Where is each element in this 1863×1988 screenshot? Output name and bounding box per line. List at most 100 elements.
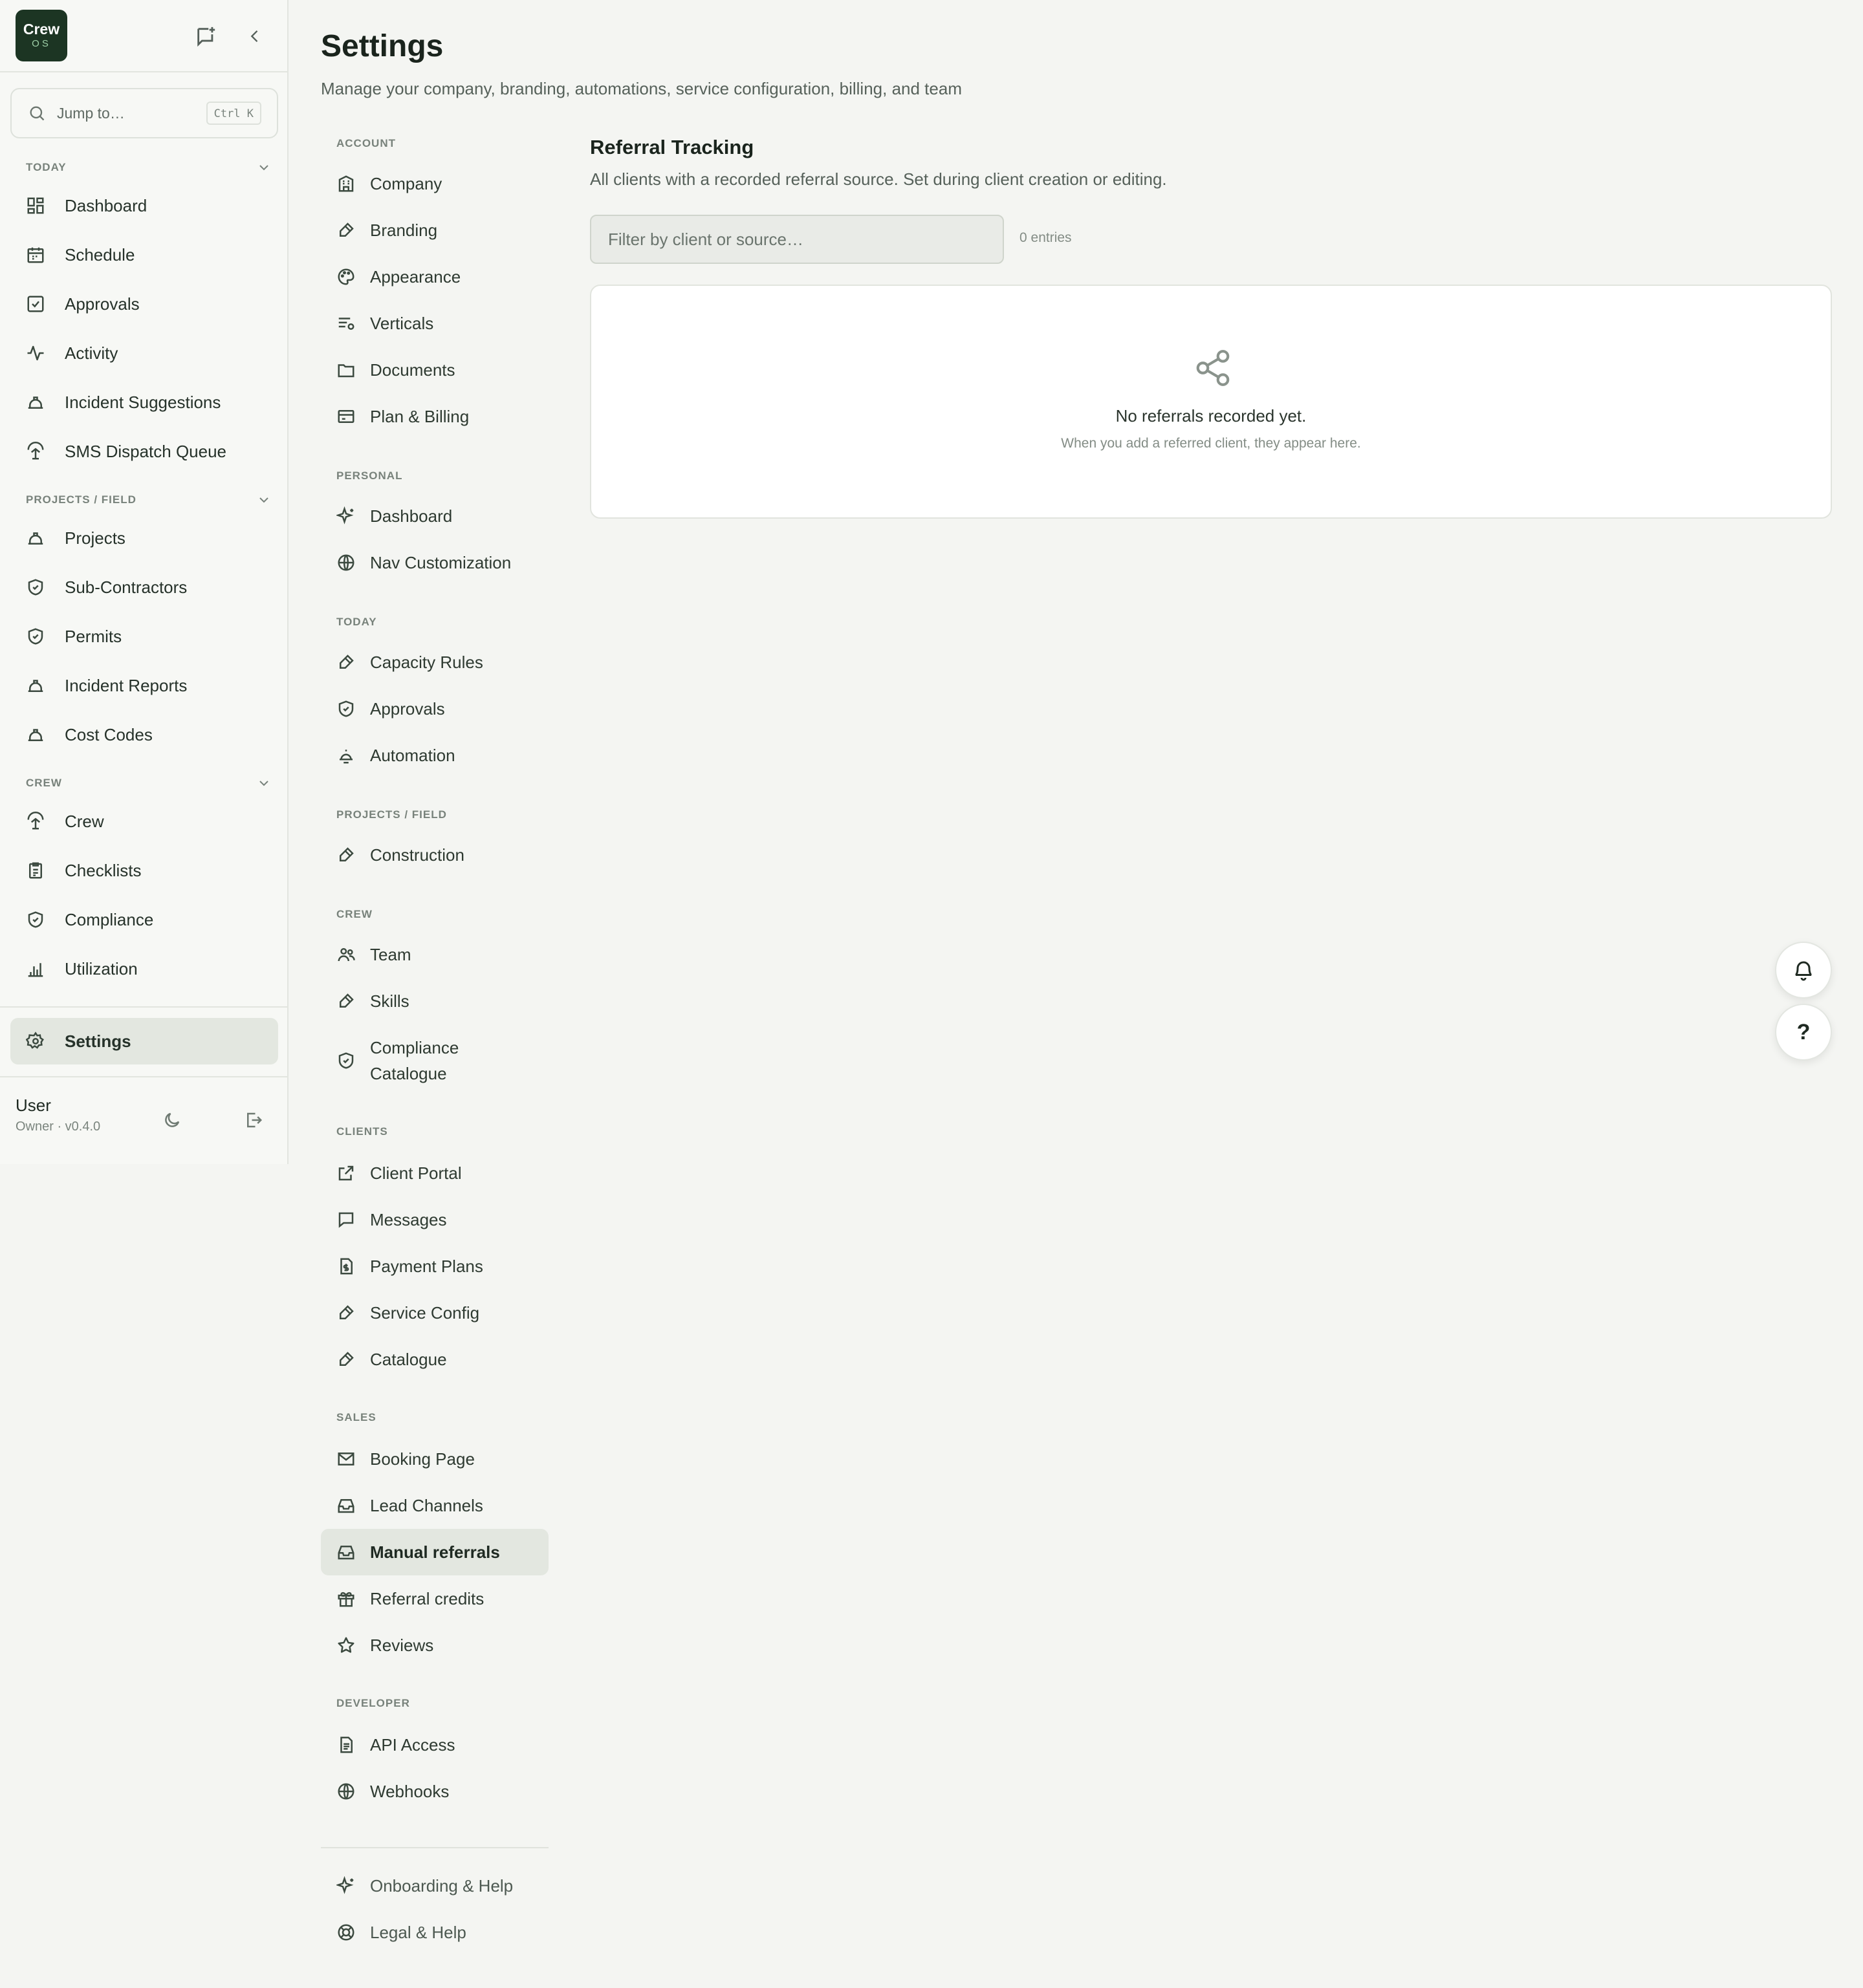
divider — [0, 71, 289, 72]
settings-item-label: Team — [370, 944, 411, 964]
settings-item-capacity-rules[interactable]: Capacity Rules — [321, 639, 549, 686]
share-icon — [1193, 348, 1233, 388]
checkbox-icon — [26, 294, 45, 314]
settings-item-compliance-catalogue[interactable]: Compliance Catalogue — [321, 1028, 549, 1093]
settings-item-construction[interactable]: Construction — [321, 832, 549, 878]
palette-icon — [336, 267, 356, 286]
sidebar-item-label: Activity — [65, 343, 118, 363]
settings-item-legal-help[interactable]: Legal & Help — [321, 1909, 549, 1956]
settings-item-nav-customization[interactable]: Nav Customization — [321, 539, 549, 586]
settings-item-label: Onboarding & Help — [370, 1875, 514, 1896]
sidebar-item-compliance[interactable]: Compliance — [26, 902, 272, 938]
logout-button[interactable] — [241, 1107, 267, 1133]
filter-input[interactable] — [590, 215, 1004, 264]
settings-item-documents[interactable]: Documents — [321, 347, 549, 393]
settings-item-manual-referrals[interactable]: Manual referrals — [321, 1529, 549, 1575]
settings-item-messages[interactable]: Messages — [321, 1196, 549, 1243]
brush-icon — [336, 845, 356, 865]
settings-item-catalogue[interactable]: Catalogue — [321, 1336, 549, 1383]
sidebar-item-label: Incident Suggestions — [65, 392, 221, 412]
settings-item-label: Client Portal — [370, 1163, 462, 1183]
settings-item-branding[interactable]: Branding — [321, 207, 549, 254]
settings-item-payment-plans[interactable]: Payment Plans — [321, 1243, 549, 1290]
settings-item-label: Service Config — [370, 1302, 480, 1323]
collapse-sidebar-button[interactable] — [242, 23, 268, 49]
sidebar-item-sub-contractors[interactable]: Sub-Contractors — [26, 569, 272, 605]
sidebar-item-projects[interactable]: Projects — [26, 520, 272, 556]
sidebar-item-schedule[interactable]: Schedule — [26, 237, 272, 273]
sidebar-item-checklists[interactable]: Checklists — [26, 852, 272, 889]
sidebar-section-crew[interactable]: CREW — [26, 773, 272, 793]
settings-item-team[interactable]: Team — [321, 931, 549, 978]
help-button[interactable]: ? — [1775, 1004, 1832, 1061]
notifications-button[interactable] — [1775, 942, 1832, 999]
settings-item-automation[interactable]: Automation — [321, 732, 549, 779]
settings-item-approvals[interactable]: Approvals — [321, 686, 549, 732]
hardhat-icon — [26, 725, 45, 744]
settings-item-webhooks[interactable]: Webhooks — [321, 1768, 549, 1815]
feedback-button[interactable] — [193, 23, 219, 49]
settings-item-skills[interactable]: Skills — [321, 978, 549, 1024]
sidebar-item-approvals[interactable]: Approvals — [26, 286, 272, 322]
building-icon — [336, 174, 356, 193]
settings-item-verticals[interactable]: Verticals — [321, 300, 549, 347]
settings-item-label: Construction — [370, 845, 464, 865]
sidebar-item-label: Permits — [65, 626, 122, 646]
user-name: User — [16, 1096, 51, 1115]
logout-icon — [244, 1110, 263, 1130]
settings-item-label: Referral credits — [370, 1588, 485, 1608]
sidebar-item-dashboard[interactable]: Dashboard — [26, 188, 272, 224]
settings-item-label: Approvals — [370, 698, 445, 718]
logo-subtext: OS — [32, 38, 51, 49]
settings-item-label: Nav Customization — [370, 552, 512, 572]
sidebar-item-label: Sub-Contractors — [65, 577, 188, 597]
settings-item-api-access[interactable]: API Access — [321, 1722, 549, 1768]
entries-count: 0 entries — [1019, 230, 1072, 245]
chevron-down-icon — [256, 160, 272, 175]
sparkle-icon — [336, 1876, 356, 1896]
globe-icon — [336, 1782, 356, 1801]
jump-to-search[interactable]: Jump to… Ctrl K — [10, 88, 278, 138]
sidebar-item-utilization[interactable]: Utilization — [26, 951, 272, 987]
sidebar-section-projects-field[interactable]: PROJECTS / FIELD — [26, 490, 272, 510]
settings-item-client-portal[interactable]: Client Portal — [321, 1150, 549, 1196]
app-logo[interactable]: Crew OS — [16, 10, 67, 61]
gift-icon — [336, 1589, 356, 1608]
settings-item-referral-credits[interactable]: Referral credits — [321, 1575, 549, 1622]
settings-item-label: Documents — [370, 360, 455, 380]
sidebar-item-activity[interactable]: Activity — [26, 335, 272, 371]
settings-item-lead-channels[interactable]: Lead Channels — [321, 1482, 549, 1529]
settings-item-label: Plan & Billing — [370, 406, 470, 426]
calendar-icon — [26, 245, 45, 265]
settings-section-projects-field: PROJECTS / FIELD — [336, 808, 447, 821]
settings-item-service-config[interactable]: Service Config — [321, 1290, 549, 1336]
sidebar-item-incident-reports[interactable]: Incident Reports — [26, 667, 272, 704]
settings-item-booking-page[interactable]: Booking Page — [321, 1436, 549, 1482]
theme-toggle-button[interactable] — [159, 1107, 185, 1133]
activity-icon — [26, 343, 45, 363]
sidebar-item-crew[interactable]: Crew — [26, 803, 272, 839]
sidebar-item-incident-suggestions[interactable]: Incident Suggestions — [26, 384, 272, 420]
settings-item-appearance[interactable]: Appearance — [321, 254, 549, 300]
sidebar-item-cost-codes[interactable]: Cost Codes — [26, 717, 272, 753]
sidebar-item-settings[interactable]: Settings — [10, 1018, 278, 1064]
settings-section-clients: CLIENTS — [336, 1125, 388, 1138]
sidebar-item-sms-dispatch-queue[interactable]: SMS Dispatch Queue — [26, 433, 272, 470]
settings-item-dashboard[interactable]: Dashboard — [321, 493, 549, 539]
settings-item-company[interactable]: Company — [321, 160, 549, 207]
settings-item-label: API Access — [370, 1734, 455, 1755]
settings-item-onboarding-help[interactable]: Onboarding & Help — [321, 1863, 549, 1909]
settings-item-reviews[interactable]: Reviews — [321, 1622, 549, 1669]
settings-item-label: Webhooks — [370, 1781, 450, 1801]
sidebar-section-today[interactable]: TODAY — [26, 158, 272, 177]
page-subtitle: Manage your company, branding, automatio… — [321, 79, 962, 98]
divider — [0, 1076, 289, 1077]
settings-section-developer: DEVELOPER — [336, 1697, 410, 1709]
sidebar-item-permits[interactable]: Permits — [26, 618, 272, 654]
feedback-icon — [195, 25, 217, 47]
jump-to-placeholder: Jump to… — [57, 104, 125, 122]
user-profile[interactable]: User Owner · v0.4.0 — [16, 1096, 100, 1134]
sidebar: Crew OS Jump to… Ctrl K TODAY Dashboard … — [0, 0, 289, 1164]
settings-item-plan-billing[interactable]: Plan & Billing — [321, 393, 549, 440]
dispatch-icon — [26, 442, 45, 461]
